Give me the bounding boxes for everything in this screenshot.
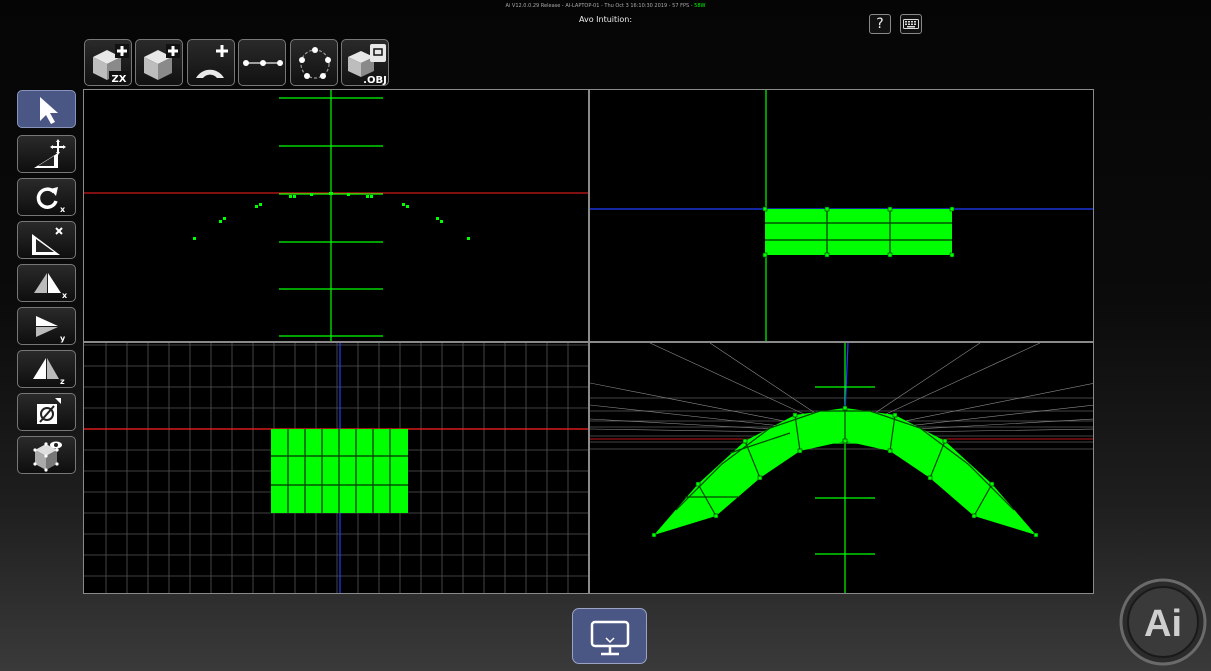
side-view-canvas [590,90,1093,341]
mirror-z-tool-button[interactable]: z [17,350,76,388]
status-text: Ai V12.0.0.29 Release - AI-LAPTOP-01 - T… [505,3,695,9]
delete-tool-button[interactable] [17,393,76,431]
add-circle-points-button[interactable] [290,39,338,86]
mirror-x-icon: x [34,273,68,300]
help-label: ? [876,16,884,32]
viewport-front[interactable] [83,89,589,342]
top-view-canvas [84,343,588,593]
arc-add-icon [196,45,228,78]
mirror-y-tool-button[interactable]: y [17,307,76,345]
mirror-y-icon: y [36,316,66,343]
monitor-icon [590,620,630,656]
mirror-y-axis-label: y [60,334,66,343]
help-button[interactable]: ? [869,14,891,34]
zx-badge: ZX [112,74,127,85]
cube-eye-icon [33,441,62,472]
add-line-points-button[interactable] [238,39,286,86]
rotate-axis-label: x [60,205,66,214]
ai-logo-icon: Ai [1119,578,1207,666]
mirror-x-axis-label: x [62,291,68,300]
move-icon [34,139,66,168]
add-cube-button[interactable] [135,39,183,86]
app-title: Avo Intuition: [578,15,633,24]
rotate-tool-button[interactable]: x [17,178,76,216]
scale-icon [32,227,63,255]
mirror-x-tool-button[interactable]: x [17,264,76,302]
status-line: Ai V12.0.0.29 Release - AI-LAPTOP-01 - T… [0,3,1211,9]
import-obj-button[interactable]: .OBJ [341,39,389,86]
rotate-icon: x [36,187,66,214]
avo-logo: Ai [1119,578,1207,666]
add-arc-button[interactable] [187,39,235,86]
circle-points-icon [299,47,331,79]
line-points-icon [243,60,283,66]
perspective-view-canvas [590,343,1093,593]
front-view-canvas [84,90,588,341]
keyboard-icon [903,19,919,29]
cube-add-zx-icon: ZX [93,44,129,85]
mirror-z-axis-label: z [60,377,65,386]
move-tool-button[interactable] [17,135,76,173]
delete-icon [37,398,61,424]
view-tool-button[interactable] [17,436,76,474]
select-tool-button[interactable] [17,90,76,128]
display-output-button[interactable] [572,608,647,664]
keyboard-button[interactable] [900,14,922,34]
cube-add-icon [144,44,180,80]
mirror-z-icon: z [33,358,65,386]
scale-tool-button[interactable] [17,221,76,259]
viewport-perspective[interactable] [589,342,1094,594]
obj-badge: .OBJ [363,75,387,86]
viewport-top[interactable] [83,342,589,594]
add-zx-surface-button[interactable]: ZX [84,39,132,86]
viewport-side[interactable] [589,89,1094,342]
obj-import-icon: .OBJ [348,44,387,86]
logo-text: Ai [1144,603,1182,645]
status-power: 58W [694,3,706,9]
pointer-icon [40,97,58,124]
